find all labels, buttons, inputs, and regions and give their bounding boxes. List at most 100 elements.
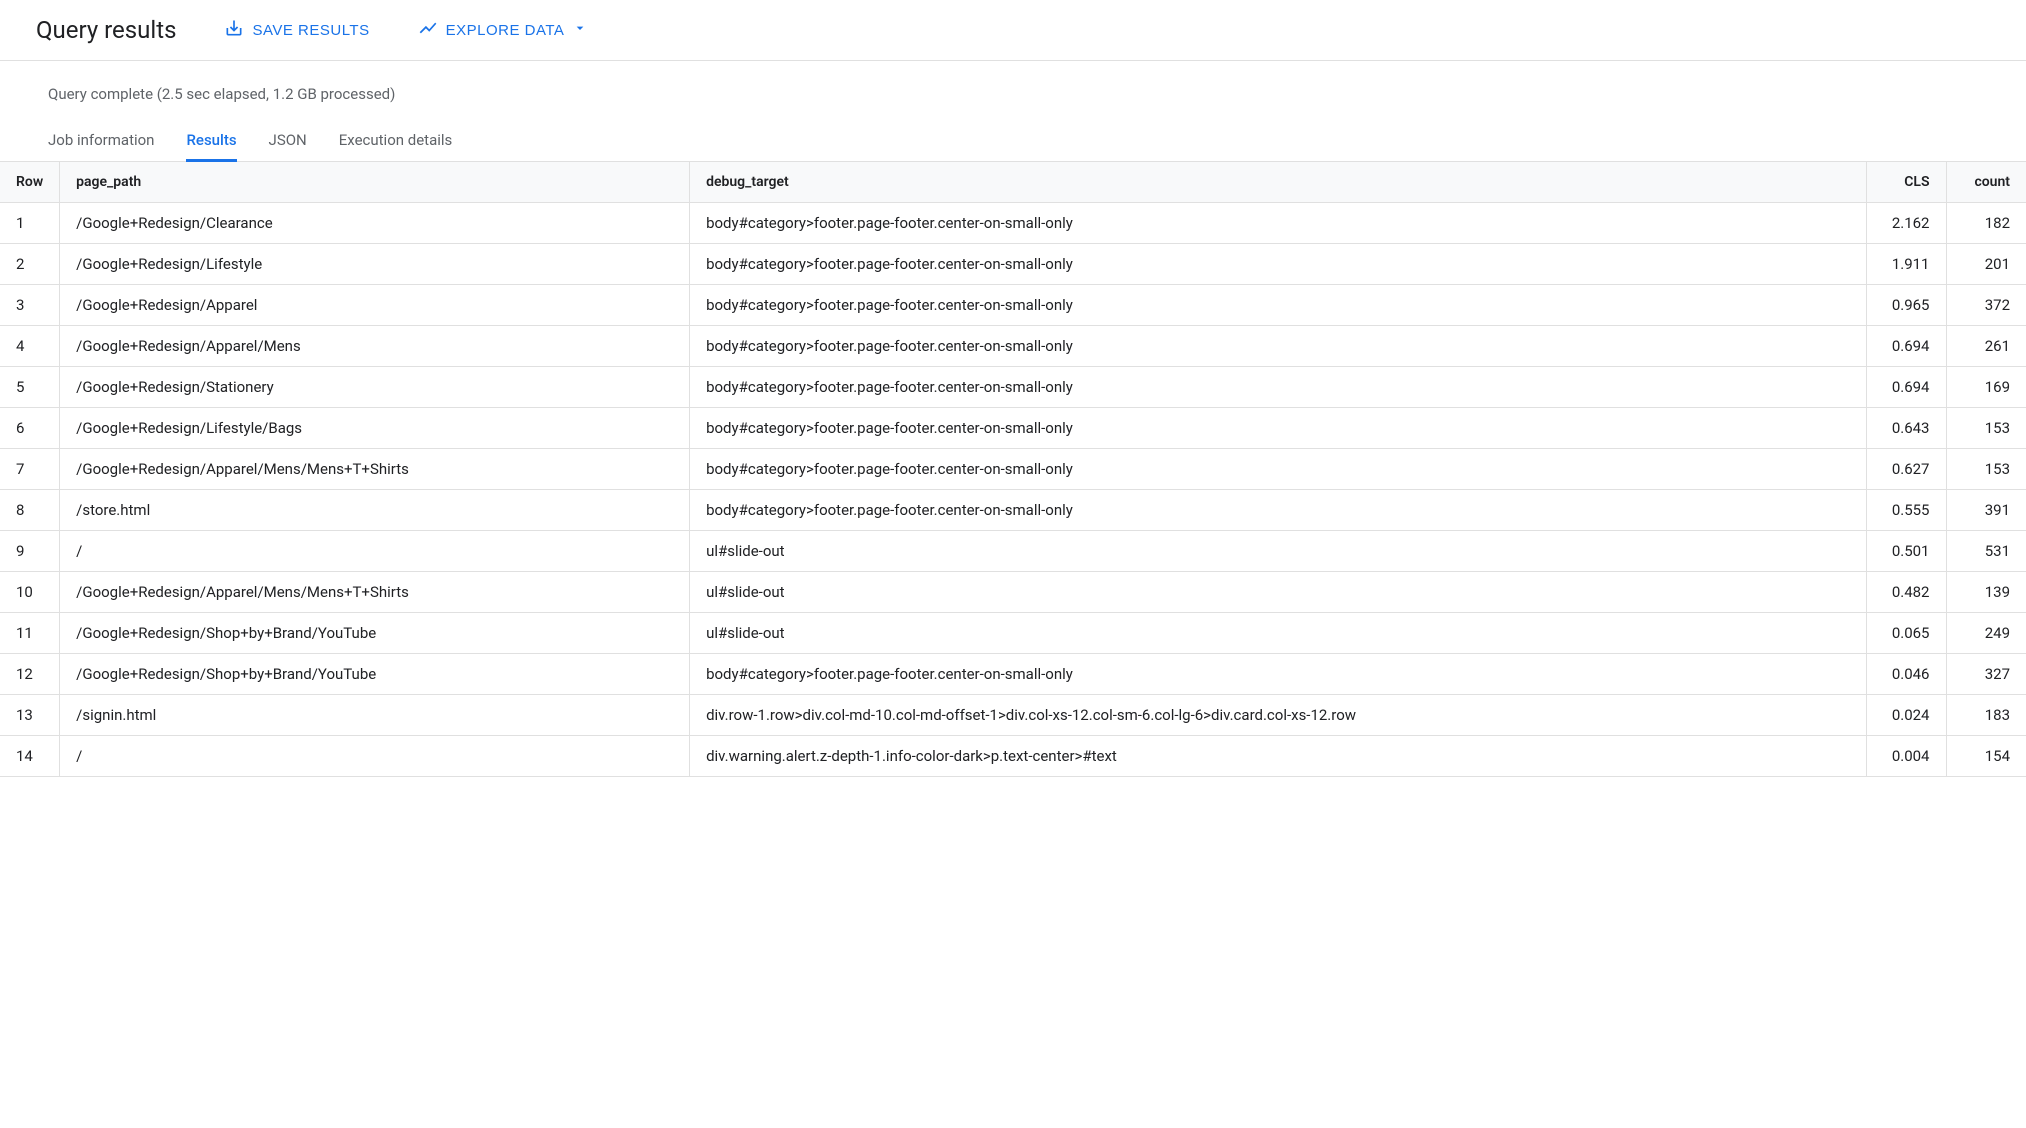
table-row[interactable]: 6 /Google+Redesign/Lifestyle/Bags body#c… bbox=[0, 408, 2026, 449]
cell-row: 3 bbox=[0, 285, 60, 326]
cell-cls: 2.162 bbox=[1866, 203, 1946, 244]
cell-count: 139 bbox=[1946, 572, 2026, 613]
cell-row: 12 bbox=[0, 654, 60, 695]
cell-debug-target: body#category>footer.page-footer.center-… bbox=[690, 285, 1866, 326]
table-row[interactable]: 12 /Google+Redesign/Shop+by+Brand/YouTub… bbox=[0, 654, 2026, 695]
chart-icon bbox=[418, 18, 438, 42]
cell-count: 372 bbox=[1946, 285, 2026, 326]
cell-count: 531 bbox=[1946, 531, 2026, 572]
cell-count: 249 bbox=[1946, 613, 2026, 654]
table-row[interactable]: 2 /Google+Redesign/Lifestyle body#catego… bbox=[0, 244, 2026, 285]
cell-cls: 0.627 bbox=[1866, 449, 1946, 490]
cell-page-path: /Google+Redesign/Shop+by+Brand/YouTube bbox=[60, 654, 690, 695]
header: Query results SAVE RESULTS EXPLORE DATA bbox=[0, 0, 2026, 61]
cell-debug-target: div.warning.alert.z-depth-1.info-color-d… bbox=[690, 736, 1866, 777]
table-row[interactable]: 9 / ul#slide-out 0.501 531 bbox=[0, 531, 2026, 572]
cell-debug-target: body#category>footer.page-footer.center-… bbox=[690, 244, 1866, 285]
table-row[interactable]: 11 /Google+Redesign/Shop+by+Brand/YouTub… bbox=[0, 613, 2026, 654]
explore-data-button[interactable]: EXPLORE DATA bbox=[418, 18, 589, 42]
header-debug-target[interactable]: debug_target bbox=[690, 162, 1866, 203]
cell-page-path: /Google+Redesign/Shop+by+Brand/YouTube bbox=[60, 613, 690, 654]
cell-debug-target: div.row-1.row>div.col-md-10.col-md-offse… bbox=[690, 695, 1866, 736]
cell-page-path: /Google+Redesign/Clearance bbox=[60, 203, 690, 244]
cell-page-path: /store.html bbox=[60, 490, 690, 531]
cell-debug-target: body#category>footer.page-footer.center-… bbox=[690, 654, 1866, 695]
cell-cls: 0.065 bbox=[1866, 613, 1946, 654]
cell-count: 169 bbox=[1946, 367, 2026, 408]
cell-count: 154 bbox=[1946, 736, 2026, 777]
cell-row: 13 bbox=[0, 695, 60, 736]
tab-results[interactable]: Results bbox=[186, 121, 236, 162]
table-row[interactable]: 13 /signin.html div.row-1.row>div.col-md… bbox=[0, 695, 2026, 736]
header-count[interactable]: count bbox=[1946, 162, 2026, 203]
query-status: Query complete (2.5 sec elapsed, 1.2 GB … bbox=[48, 85, 1978, 103]
cell-count: 153 bbox=[1946, 408, 2026, 449]
cell-page-path: /Google+Redesign/Apparel/Mens bbox=[60, 326, 690, 367]
cell-cls: 0.024 bbox=[1866, 695, 1946, 736]
cell-count: 201 bbox=[1946, 244, 2026, 285]
cell-row: 7 bbox=[0, 449, 60, 490]
cell-row: 14 bbox=[0, 736, 60, 777]
cell-row: 11 bbox=[0, 613, 60, 654]
tab-job-information[interactable]: Job information bbox=[48, 121, 154, 162]
tabs: Job information Results JSON Execution deta… bbox=[0, 121, 2026, 162]
cell-cls: 0.694 bbox=[1866, 326, 1946, 367]
chevron-down-icon bbox=[572, 20, 588, 40]
table-row[interactable]: 10 /Google+Redesign/Apparel/Mens/Mens+T+… bbox=[0, 572, 2026, 613]
cell-debug-target: body#category>footer.page-footer.center-… bbox=[690, 367, 1866, 408]
table-row[interactable]: 14 / div.warning.alert.z-depth-1.info-co… bbox=[0, 736, 2026, 777]
cell-page-path: / bbox=[60, 736, 690, 777]
header-row[interactable]: Row bbox=[0, 162, 60, 203]
status-section: Query complete (2.5 sec elapsed, 1.2 GB … bbox=[0, 61, 2026, 103]
table-row[interactable]: 4 /Google+Redesign/Apparel/Mens body#cat… bbox=[0, 326, 2026, 367]
cell-page-path: / bbox=[60, 531, 690, 572]
results-table: Row page_path debug_target CLS count 1 /… bbox=[0, 162, 2026, 777]
cell-page-path: /Google+Redesign/Stationery bbox=[60, 367, 690, 408]
page-title: Query results bbox=[36, 16, 176, 44]
cell-cls: 0.643 bbox=[1866, 408, 1946, 449]
save-results-button[interactable]: SAVE RESULTS bbox=[224, 18, 369, 42]
cell-page-path: /Google+Redesign/Apparel/Mens/Mens+T+Shi… bbox=[60, 572, 690, 613]
cell-debug-target: body#category>footer.page-footer.center-… bbox=[690, 449, 1866, 490]
download-icon bbox=[224, 18, 244, 42]
cell-count: 153 bbox=[1946, 449, 2026, 490]
cell-count: 391 bbox=[1946, 490, 2026, 531]
cell-cls: 0.482 bbox=[1866, 572, 1946, 613]
table-row[interactable]: 1 /Google+Redesign/Clearance body#catego… bbox=[0, 203, 2026, 244]
cell-page-path: /Google+Redesign/Lifestyle bbox=[60, 244, 690, 285]
cell-debug-target: body#category>footer.page-footer.center-… bbox=[690, 203, 1866, 244]
save-results-label: SAVE RESULTS bbox=[252, 22, 369, 39]
cell-cls: 0.501 bbox=[1866, 531, 1946, 572]
table-row[interactable]: 3 /Google+Redesign/Apparel body#category… bbox=[0, 285, 2026, 326]
cell-page-path: /Google+Redesign/Apparel/Mens/Mens+T+Shi… bbox=[60, 449, 690, 490]
cell-count: 261 bbox=[1946, 326, 2026, 367]
cell-cls: 0.965 bbox=[1866, 285, 1946, 326]
cell-row: 9 bbox=[0, 531, 60, 572]
cell-row: 6 bbox=[0, 408, 60, 449]
cell-cls: 0.046 bbox=[1866, 654, 1946, 695]
cell-cls: 1.911 bbox=[1866, 244, 1946, 285]
cell-count: 183 bbox=[1946, 695, 2026, 736]
cell-page-path: /signin.html bbox=[60, 695, 690, 736]
header-page-path[interactable]: page_path bbox=[60, 162, 690, 203]
cell-count: 327 bbox=[1946, 654, 2026, 695]
cell-debug-target: ul#slide-out bbox=[690, 572, 1866, 613]
cell-row: 10 bbox=[0, 572, 60, 613]
cell-row: 2 bbox=[0, 244, 60, 285]
cell-cls: 0.555 bbox=[1866, 490, 1946, 531]
cell-page-path: /Google+Redesign/Apparel bbox=[60, 285, 690, 326]
table-row[interactable]: 5 /Google+Redesign/Stationery body#categ… bbox=[0, 367, 2026, 408]
table-row[interactable]: 8 /store.html body#category>footer.page-… bbox=[0, 490, 2026, 531]
cell-debug-target: ul#slide-out bbox=[690, 531, 1866, 572]
cell-debug-target: body#category>footer.page-footer.center-… bbox=[690, 408, 1866, 449]
tab-execution-details[interactable]: Execution details bbox=[339, 121, 453, 162]
header-cls[interactable]: CLS bbox=[1866, 162, 1946, 203]
cell-page-path: /Google+Redesign/Lifestyle/Bags bbox=[60, 408, 690, 449]
cell-row: 1 bbox=[0, 203, 60, 244]
cell-cls: 0.004 bbox=[1866, 736, 1946, 777]
cell-debug-target: body#category>footer.page-footer.center-… bbox=[690, 490, 1866, 531]
cell-row: 4 bbox=[0, 326, 60, 367]
explore-data-label: EXPLORE DATA bbox=[446, 22, 565, 39]
tab-json[interactable]: JSON bbox=[269, 121, 307, 162]
table-row[interactable]: 7 /Google+Redesign/Apparel/Mens/Mens+T+S… bbox=[0, 449, 2026, 490]
